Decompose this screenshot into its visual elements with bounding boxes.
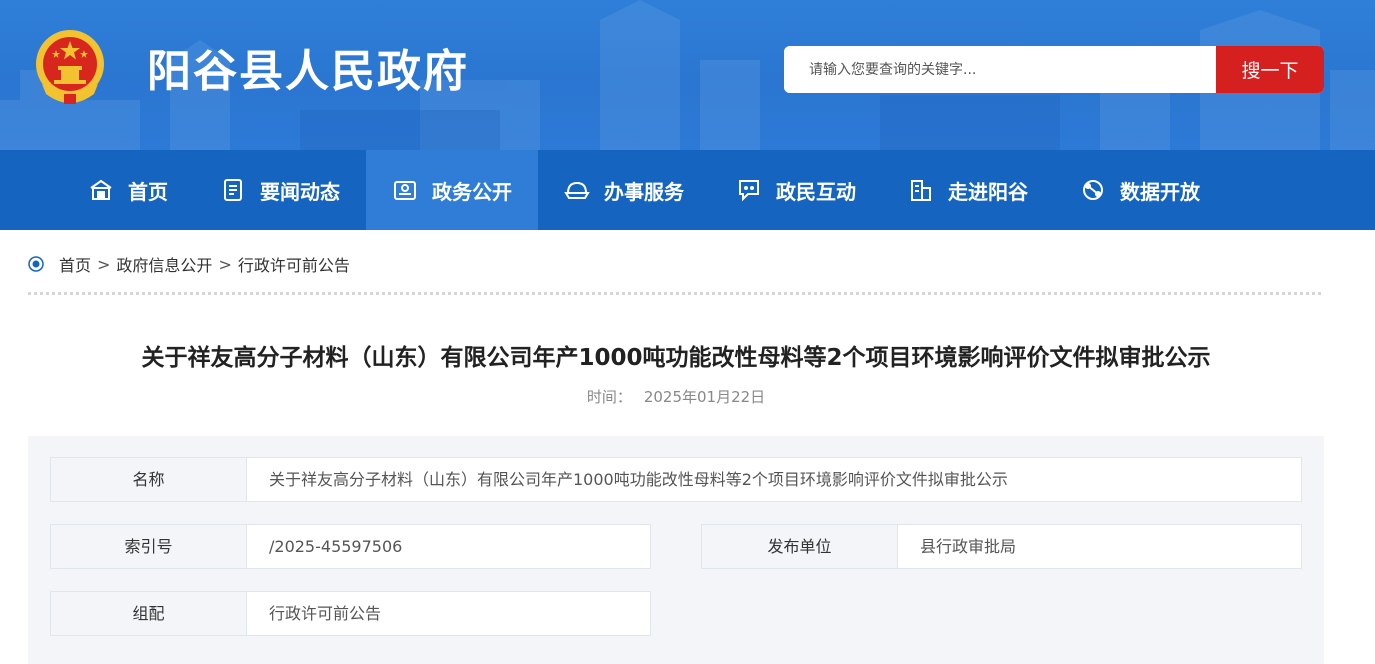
info-value: 关于祥友高分子材料（山东）有限公司年产1000吨功能改性母料等2个项目环境影响评…: [247, 458, 1301, 501]
nav-item-home[interactable]: 首页: [62, 150, 194, 230]
info-panel: 名称 关于祥友高分子材料（山东）有限公司年产1000吨功能改性母料等2个项目环境…: [28, 436, 1324, 664]
info-row-name: 名称 关于祥友高分子材料（山东）有限公司年产1000吨功能改性母料等2个项目环境…: [50, 457, 1302, 502]
service-icon: [564, 181, 590, 199]
article-title: 关于祥友高分子材料（山东）有限公司年产1000吨功能改性母料等2个项目环境影响评…: [141, 345, 1211, 371]
date-value: 2025年01月22日: [643, 388, 766, 406]
search-input[interactable]: [784, 46, 1216, 93]
search-button[interactable]: 搜一下: [1216, 46, 1324, 93]
info-value: 行政许可前公告: [247, 592, 650, 635]
info-row-group: 组配 行政许可前公告: [50, 591, 651, 636]
main-nav: 首页 要闻动态 政务公开 办事服务 政民互动 走进阳谷 数据开放: [0, 150, 1375, 230]
info-label: 组配: [51, 592, 247, 635]
breadcrumb-separator: >: [97, 254, 111, 274]
breadcrumb-separator: >: [218, 254, 232, 274]
divider: [28, 292, 1324, 295]
info-value: /2025-45597506: [247, 525, 650, 568]
breadcrumb-current[interactable]: 行政许可前公告: [238, 252, 350, 276]
national-emblem-icon: [36, 30, 104, 104]
site-title: 阳谷县人民政府: [147, 46, 469, 97]
nav-label: 数据开放: [1120, 179, 1200, 204]
location-icon: [28, 256, 44, 272]
home-icon: [90, 179, 112, 200]
building-icon: [911, 180, 931, 201]
nav-item-service[interactable]: 办事服务: [538, 150, 710, 230]
nav-item-gov-info[interactable]: 政务公开: [366, 150, 538, 230]
site-header: 阳谷县人民政府 搜一下: [0, 0, 1375, 150]
chat-icon: [739, 180, 759, 202]
article-date: 时间： 2025年01月22日: [0, 386, 1352, 408]
date-label: 时间：: [586, 388, 632, 406]
breadcrumb-home[interactable]: 首页: [59, 252, 91, 276]
nav-item-interaction[interactable]: 政民互动: [710, 150, 882, 230]
info-label: 名称: [51, 458, 247, 501]
data-icon: [1083, 180, 1103, 200]
breadcrumb: 首页 > 政府信息公开 > 行政许可前公告: [28, 250, 350, 278]
info-row-publisher: 发布单位 县行政审批局: [701, 524, 1302, 569]
info-value: 县行政审批局: [898, 525, 1301, 568]
nav-label: 政民互动: [776, 179, 856, 204]
search-box: 搜一下: [784, 46, 1324, 93]
nav-label: 要闻动态: [260, 179, 340, 204]
nav-label: 办事服务: [604, 179, 684, 204]
nav-item-data[interactable]: 数据开放: [1054, 150, 1226, 230]
nav-label: 首页: [128, 179, 168, 204]
nav-label: 政务公开: [432, 179, 512, 204]
news-icon: [224, 179, 242, 201]
gov-info-icon: [394, 181, 416, 200]
info-label: 发布单位: [702, 525, 898, 568]
nav-item-news[interactable]: 要闻动态: [194, 150, 366, 230]
breadcrumb-gov-info[interactable]: 政府信息公开: [116, 252, 212, 276]
nav-label: 走进阳谷: [948, 179, 1028, 204]
nav-item-about[interactable]: 走进阳谷: [882, 150, 1054, 230]
info-row-index: 索引号 /2025-45597506: [50, 524, 651, 569]
info-label: 索引号: [51, 525, 247, 568]
